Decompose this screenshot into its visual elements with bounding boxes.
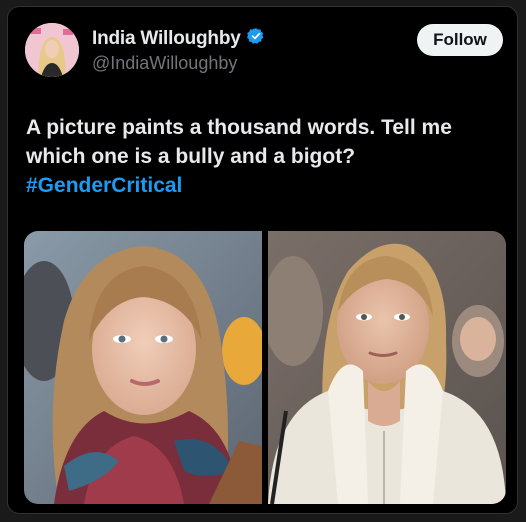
avatar-image — [25, 23, 79, 77]
author-name-row[interactable]: India Willoughby — [92, 27, 265, 50]
woman-with-scarf-image — [24, 231, 262, 504]
follow-button[interactable]: Follow — [417, 24, 503, 56]
tweet-body: A picture paints a thousand words. Tell … — [26, 116, 452, 168]
verified-badge-icon — [246, 27, 265, 50]
left-photo[interactable] — [24, 231, 262, 504]
tweet-card: India Willoughby @IndiaWilloughby Follow… — [7, 6, 518, 514]
hashtag-link[interactable]: #GenderCritical — [26, 171, 506, 200]
author-handle[interactable]: @IndiaWilloughby — [92, 53, 237, 74]
tweet-media[interactable] — [24, 231, 506, 504]
tweet-text: A picture paints a thousand words. Tell … — [26, 113, 506, 200]
right-photo[interactable] — [268, 231, 506, 504]
avatar[interactable] — [25, 23, 79, 77]
author-display-name[interactable]: India Willoughby — [92, 28, 241, 50]
woman-in-white-jacket-image — [268, 231, 506, 504]
